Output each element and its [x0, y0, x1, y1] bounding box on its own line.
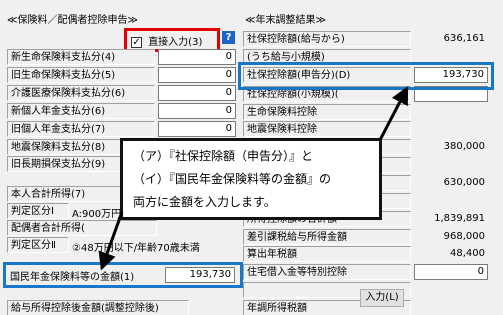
arrow-to-shaho — [378, 86, 409, 141]
arrow-to-kokumin — [98, 211, 124, 271]
callout-arrows — [98, 86, 409, 271]
